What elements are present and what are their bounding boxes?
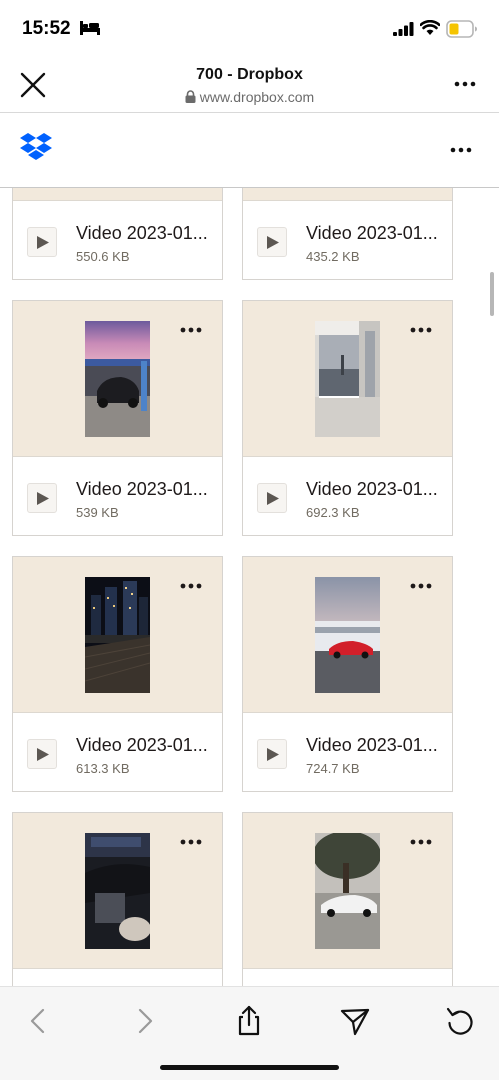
play-button[interactable]	[27, 227, 57, 257]
file-card[interactable]	[12, 812, 223, 986]
file-thumbnail	[13, 813, 222, 969]
file-card[interactable]: Video 2023-01... 724.7 KB	[242, 556, 453, 792]
play-icon	[37, 492, 49, 505]
more-icon[interactable]	[453, 74, 477, 94]
file-size: 692.3 KB	[306, 505, 360, 520]
file-thumbnail	[243, 557, 452, 713]
file-size: 539 KB	[76, 505, 119, 520]
file-name: Video 2023-01...	[76, 735, 208, 755]
play-button[interactable]	[27, 483, 57, 513]
video-thumbnail-image	[315, 321, 380, 437]
dropbox-logo[interactable]	[19, 133, 53, 163]
file-card[interactable]	[242, 812, 453, 986]
lock-icon	[185, 90, 196, 103]
play-icon	[37, 236, 49, 249]
play-icon	[267, 748, 279, 761]
status-time: 15:52	[22, 18, 71, 39]
more-options-icon[interactable]	[180, 325, 202, 335]
file-thumbnail	[13, 557, 222, 713]
dropbox-more-icon[interactable]	[449, 140, 473, 160]
file-grid-viewport[interactable]: Video 2023-01... 550.6 KB Video 2023-01.…	[0, 188, 499, 986]
file-name: Video 2023-01...	[76, 223, 208, 243]
more-options-icon[interactable]	[180, 581, 202, 591]
file-name: Video 2023-01...	[306, 479, 438, 499]
play-button[interactable]	[27, 739, 57, 769]
file-size: 550.6 KB	[76, 249, 130, 264]
video-thumbnail-image	[85, 833, 150, 949]
page-title: 700 - Dropbox	[196, 66, 303, 83]
file-thumbnail	[243, 813, 452, 969]
file-card[interactable]: Video 2023-01... 435.2 KB	[242, 188, 453, 280]
play-icon	[267, 236, 279, 249]
more-options-icon[interactable]	[410, 837, 432, 847]
file-card[interactable]: Video 2023-01... 692.3 KB	[242, 300, 453, 536]
status-bar: 15:52	[0, 0, 499, 60]
url-text: www.dropbox.com	[199, 89, 315, 105]
file-card[interactable]: Video 2023-01... 550.6 KB	[12, 188, 223, 280]
more-options-icon[interactable]	[410, 325, 432, 335]
more-options-icon[interactable]	[180, 837, 202, 847]
video-thumbnail-image	[85, 321, 150, 437]
file-size: 613.3 KB	[76, 761, 130, 776]
file-thumbnail	[13, 188, 222, 201]
browser-header: 700 - Dropbox www.dropbox.com	[0, 60, 499, 112]
play-icon	[37, 748, 49, 761]
url-display[interactable]: www.dropbox.com	[0, 89, 499, 105]
signal-icon	[393, 22, 414, 36]
video-thumbnail-image	[315, 577, 380, 693]
dropbox-top-bar	[0, 113, 499, 188]
play-button[interactable]	[257, 483, 287, 513]
more-options-icon[interactable]	[410, 581, 432, 591]
file-card[interactable]: Video 2023-01... 539 KB	[12, 300, 223, 536]
file-thumbnail	[243, 188, 452, 201]
file-thumbnail	[243, 301, 452, 457]
file-card[interactable]: Video 2023-01... 613.3 KB	[12, 556, 223, 792]
play-button[interactable]	[257, 227, 287, 257]
play-icon	[267, 492, 279, 505]
send-icon[interactable]	[337, 1003, 373, 1039]
play-button[interactable]	[257, 739, 287, 769]
file-name: Video 2023-01...	[306, 223, 438, 243]
video-thumbnail-image	[315, 833, 380, 949]
file-thumbnail	[13, 301, 222, 457]
forward-icon[interactable]	[127, 1003, 163, 1039]
reload-icon[interactable]	[442, 1003, 478, 1039]
share-icon[interactable]	[231, 1003, 267, 1039]
file-size: 724.7 KB	[306, 761, 360, 776]
file-size: 435.2 KB	[306, 249, 360, 264]
home-indicator[interactable]	[160, 1065, 339, 1070]
scrollbar[interactable]	[490, 272, 494, 316]
bed-icon	[80, 21, 100, 35]
wifi-icon	[420, 20, 440, 35]
battery-icon	[446, 20, 477, 38]
file-name: Video 2023-01...	[306, 735, 438, 755]
file-name: Video 2023-01...	[76, 479, 208, 499]
back-icon[interactable]	[20, 1003, 56, 1039]
video-thumbnail-image	[85, 577, 150, 693]
